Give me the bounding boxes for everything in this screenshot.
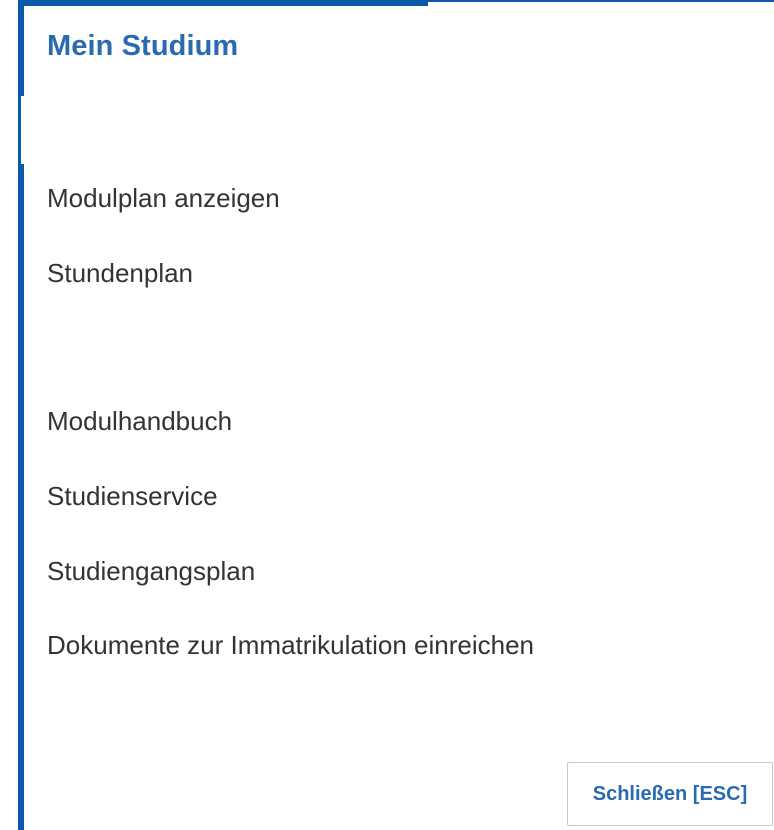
dialog-top-border	[18, 0, 428, 6]
menu-item-stundenplan[interactable]: Stundenplan	[47, 258, 193, 289]
menu-item-modulhandbuch[interactable]: Modulhandbuch	[47, 406, 232, 437]
menu-item-modulplan[interactable]: Modulplan anzeigen	[47, 183, 280, 214]
menu-item-studiengangsplan[interactable]: Studiengangsplan	[47, 556, 255, 587]
menu-item-studienservice[interactable]: Studienservice	[47, 481, 218, 512]
menu-item-dokumente-immatrikulation[interactable]: Dokumente zur Immatrikulation einreichen	[47, 630, 534, 661]
dialog-top-border-thin	[428, 0, 774, 2]
close-button[interactable]: Schließen [ESC]	[567, 762, 773, 826]
dialog: Mein Studium Modulplan anzeigen Stundenp…	[0, 0, 774, 830]
dialog-title: Mein Studium	[47, 30, 239, 62]
border-notch	[21, 96, 24, 164]
